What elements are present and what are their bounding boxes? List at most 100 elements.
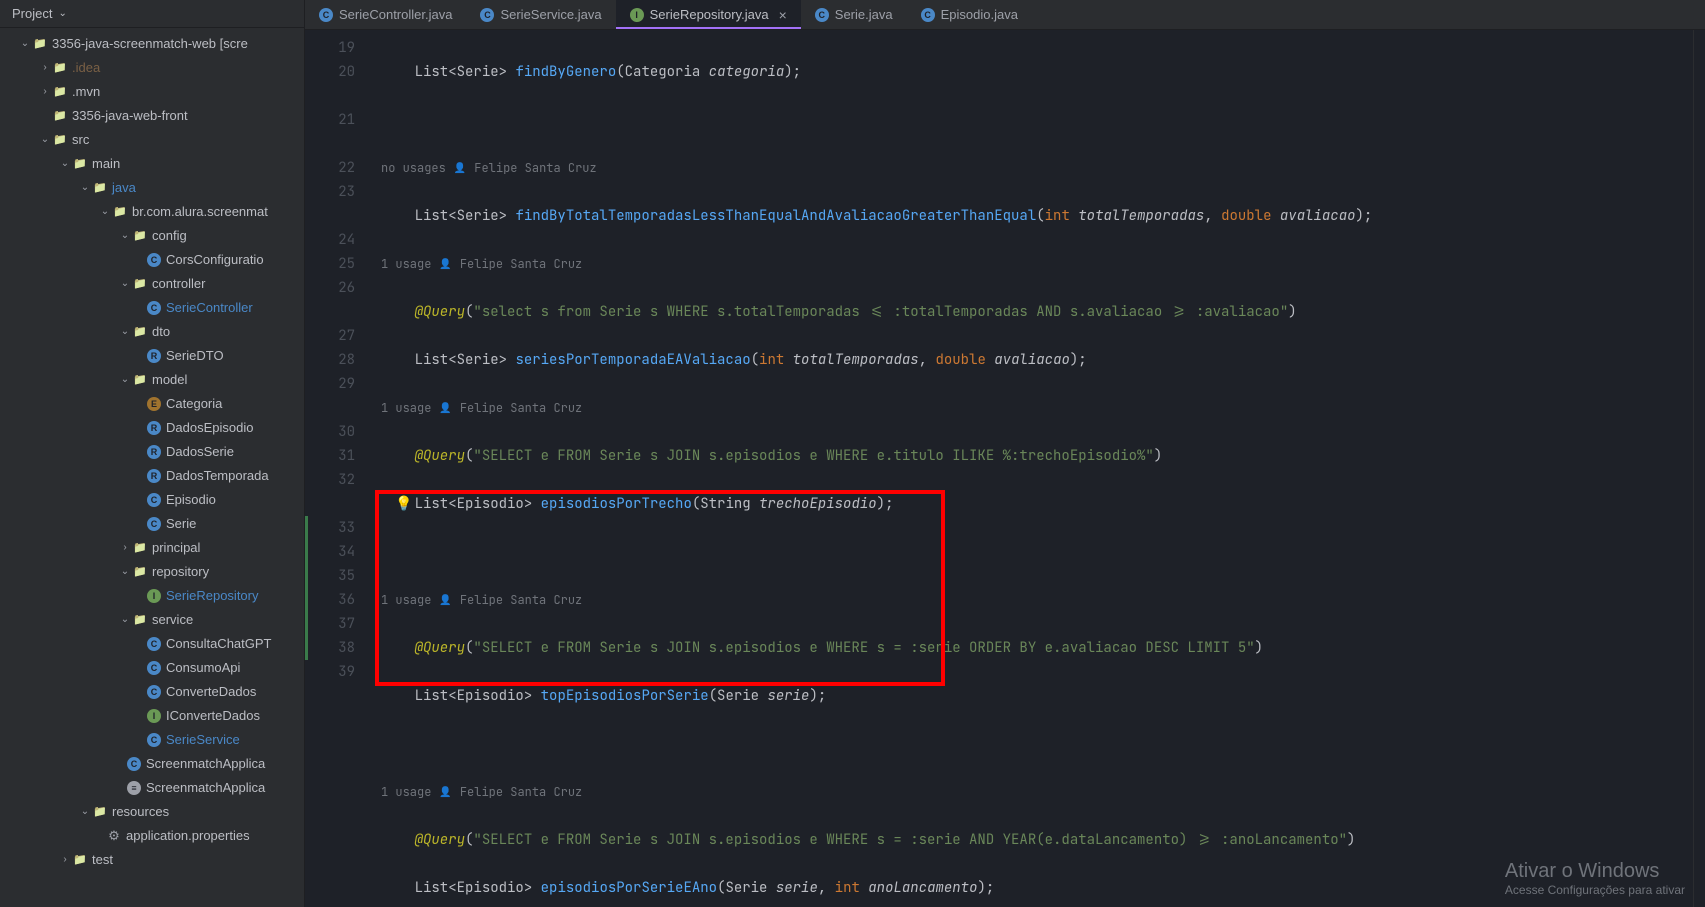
line-number: 25 xyxy=(305,252,355,276)
class-icon: C xyxy=(127,757,141,771)
tree-label: service xyxy=(152,610,193,630)
usages-hint[interactable]: 1 usage xyxy=(381,396,431,420)
tree-label: ScreenmatchApplica xyxy=(146,778,265,798)
author-hint[interactable]: Felipe Santa Cruz xyxy=(460,780,582,804)
tree-item-episodio[interactable]: CEpisodio xyxy=(0,488,304,512)
usages-hint[interactable]: 1 usage xyxy=(381,588,431,612)
tree-item-mvn[interactable]: ›.mvn xyxy=(0,80,304,104)
tree-item-serie[interactable]: CSerie xyxy=(0,512,304,536)
author-hint[interactable]: Felipe Santa Cruz xyxy=(460,396,582,420)
sidebar-header[interactable]: Project ⌄ xyxy=(0,0,304,28)
author-hint[interactable]: Felipe Santa Cruz xyxy=(460,252,582,276)
close-icon[interactable]: × xyxy=(779,7,787,23)
record-icon: R xyxy=(147,349,161,363)
class-icon: C xyxy=(147,637,161,651)
tree-item-serieservice[interactable]: CSerieService xyxy=(0,728,304,752)
usages-hint[interactable]: no usages xyxy=(381,156,446,180)
tree-item-appprops[interactable]: ⚙application.properties xyxy=(0,824,304,848)
author-hint[interactable]: Felipe Santa Cruz xyxy=(460,588,582,612)
code-line[interactable]: List<Episodio> episodiosPorSerieEAno(Ser… xyxy=(375,876,1705,900)
code-line[interactable]: @Query("select s from Serie s WHERE s.to… xyxy=(375,300,1705,324)
folder-icon xyxy=(132,540,148,556)
tree-item-dadosep[interactable]: RDadosEpisodio xyxy=(0,416,304,440)
tree-item-serierepo[interactable]: ISerieRepository xyxy=(0,584,304,608)
code-line[interactable] xyxy=(375,108,1705,132)
line-gutter: 19 20 21 22 23 24 25 26 27 28 29 30 31 3… xyxy=(305,30,375,907)
tree-label: principal xyxy=(152,538,200,558)
class-icon: C xyxy=(147,685,161,699)
tree-item-service[interactable]: ⌄service xyxy=(0,608,304,632)
class-icon: C xyxy=(147,253,161,267)
tree-item-config[interactable]: ⌄config xyxy=(0,224,304,248)
tree-item-iconverte[interactable]: IIConverteDados xyxy=(0,704,304,728)
code-line[interactable]: @Query("SELECT e FROM Serie s JOIN s.epi… xyxy=(375,636,1705,660)
code-line[interactable]: @Query("SELECT e FROM Serie s JOIN s.epi… xyxy=(375,444,1705,468)
tree-label: ScreenmatchApplica xyxy=(146,754,265,774)
code-line[interactable]: List<Episodio> episodiosPorTrecho(String… xyxy=(375,492,1705,516)
tree-item-consumoapi[interactable]: CConsumoApi xyxy=(0,656,304,680)
tree-label: SerieService xyxy=(166,730,240,750)
tree-item-pkg[interactable]: ⌄br.com.alura.screenmat xyxy=(0,200,304,224)
code-line[interactable]: @Query("SELECT e FROM Serie s JOIN s.epi… xyxy=(375,828,1705,852)
lightbulb-icon[interactable]: 💡 xyxy=(395,492,412,516)
tree-item-repository[interactable]: ⌄repository xyxy=(0,560,304,584)
tree-item-dto[interactable]: ⌄dto xyxy=(0,320,304,344)
person-icon: 👤 xyxy=(439,780,451,804)
tree-item-idea[interactable]: ›.idea xyxy=(0,56,304,80)
inlay-hint[interactable]: 1 usage 👤 Felipe Santa Cruz xyxy=(375,588,1705,612)
tree-item-webfront[interactable]: 3356-java-web-front xyxy=(0,104,304,128)
tree-item-corsconfig[interactable]: CCorsConfiguratio xyxy=(0,248,304,272)
tree-label: Episodio xyxy=(166,490,216,510)
code-line[interactable]: List<Serie> findByGenero(Categoria categ… xyxy=(375,60,1705,84)
tree-item-controller[interactable]: ⌄controller xyxy=(0,272,304,296)
tab-serieservice[interactable]: CSerieService.java xyxy=(466,0,615,29)
vertical-scrollbar[interactable] xyxy=(1693,30,1705,907)
code-line[interactable]: List<Serie> seriesPorTemporadaEAValiacao… xyxy=(375,348,1705,372)
tree-label: .idea xyxy=(72,58,100,78)
inlay-hint[interactable]: no usages 👤 Felipe Santa Cruz xyxy=(375,156,1705,180)
tree-item-categoria[interactable]: ECategoria xyxy=(0,392,304,416)
code-line[interactable] xyxy=(375,540,1705,564)
tree-label: main xyxy=(92,154,120,174)
tab-serierepository[interactable]: ISerieRepository.java× xyxy=(616,0,801,29)
tree-item-consultachat[interactable]: CConsultaChatGPT xyxy=(0,632,304,656)
tab-label: SerieController.java xyxy=(339,7,452,22)
tree-label: resources xyxy=(112,802,169,822)
tree-item-convertedados[interactable]: CConverteDados xyxy=(0,680,304,704)
inlay-hint[interactable]: 1 usage 👤 Felipe Santa Cruz xyxy=(375,252,1705,276)
line-number: 34 xyxy=(305,540,355,564)
tree-item-seriecontroller[interactable]: CSerieController xyxy=(0,296,304,320)
tree-item-seriedto[interactable]: RSerieDTO xyxy=(0,344,304,368)
code-area[interactable]: List<Serie> findByGenero(Categoria categ… xyxy=(375,30,1705,907)
author-hint[interactable]: Felipe Santa Cruz xyxy=(474,156,596,180)
line-number xyxy=(305,84,355,108)
tab-seriecontroller[interactable]: CSerieController.java xyxy=(305,0,466,29)
usages-hint[interactable]: 1 usage xyxy=(381,780,431,804)
tree-item-dadosserie[interactable]: RDadosSerie xyxy=(0,440,304,464)
tree-root[interactable]: ⌄3356-java-screenmatch-web [scre xyxy=(0,32,304,56)
tree-item-test[interactable]: ›test xyxy=(0,848,304,872)
tree-item-principal[interactable]: ›principal xyxy=(0,536,304,560)
code-line[interactable]: List<Serie> findByTotalTemporadasLessTha… xyxy=(375,204,1705,228)
code-line[interactable] xyxy=(375,732,1705,756)
tree-label: dto xyxy=(152,322,170,342)
tree-item-src[interactable]: ⌄src xyxy=(0,128,304,152)
tree-item-resources[interactable]: ⌄resources xyxy=(0,800,304,824)
inlay-hint[interactable]: 1 usage 👤 Felipe Santa Cruz xyxy=(375,780,1705,804)
usages-hint[interactable]: 1 usage xyxy=(381,252,431,276)
tab-serie[interactable]: CSerie.java xyxy=(801,0,907,29)
folder-icon xyxy=(92,180,108,196)
tree-label: src xyxy=(72,130,89,150)
folder-icon xyxy=(132,276,148,292)
code-line[interactable]: List<Episodio> topEpisodiosPorSerie(Seri… xyxy=(375,684,1705,708)
tree-item-screenmatchapp2[interactable]: ≡ScreenmatchApplica xyxy=(0,776,304,800)
tab-episodio[interactable]: CEpisodio.java xyxy=(907,0,1032,29)
tree-item-screenmatchapp1[interactable]: C ScreenmatchApplica xyxy=(0,752,304,776)
code-editor[interactable]: 19 20 21 22 23 24 25 26 27 28 29 30 31 3… xyxy=(305,30,1705,907)
inlay-hint[interactable]: 1 usage 👤 Felipe Santa Cruz xyxy=(375,396,1705,420)
tree-item-java[interactable]: ⌄java xyxy=(0,176,304,200)
project-title: Project xyxy=(12,6,52,21)
tree-item-model[interactable]: ⌄model xyxy=(0,368,304,392)
tree-item-dadostemp[interactable]: RDadosTemporada xyxy=(0,464,304,488)
tree-item-main[interactable]: ⌄main xyxy=(0,152,304,176)
